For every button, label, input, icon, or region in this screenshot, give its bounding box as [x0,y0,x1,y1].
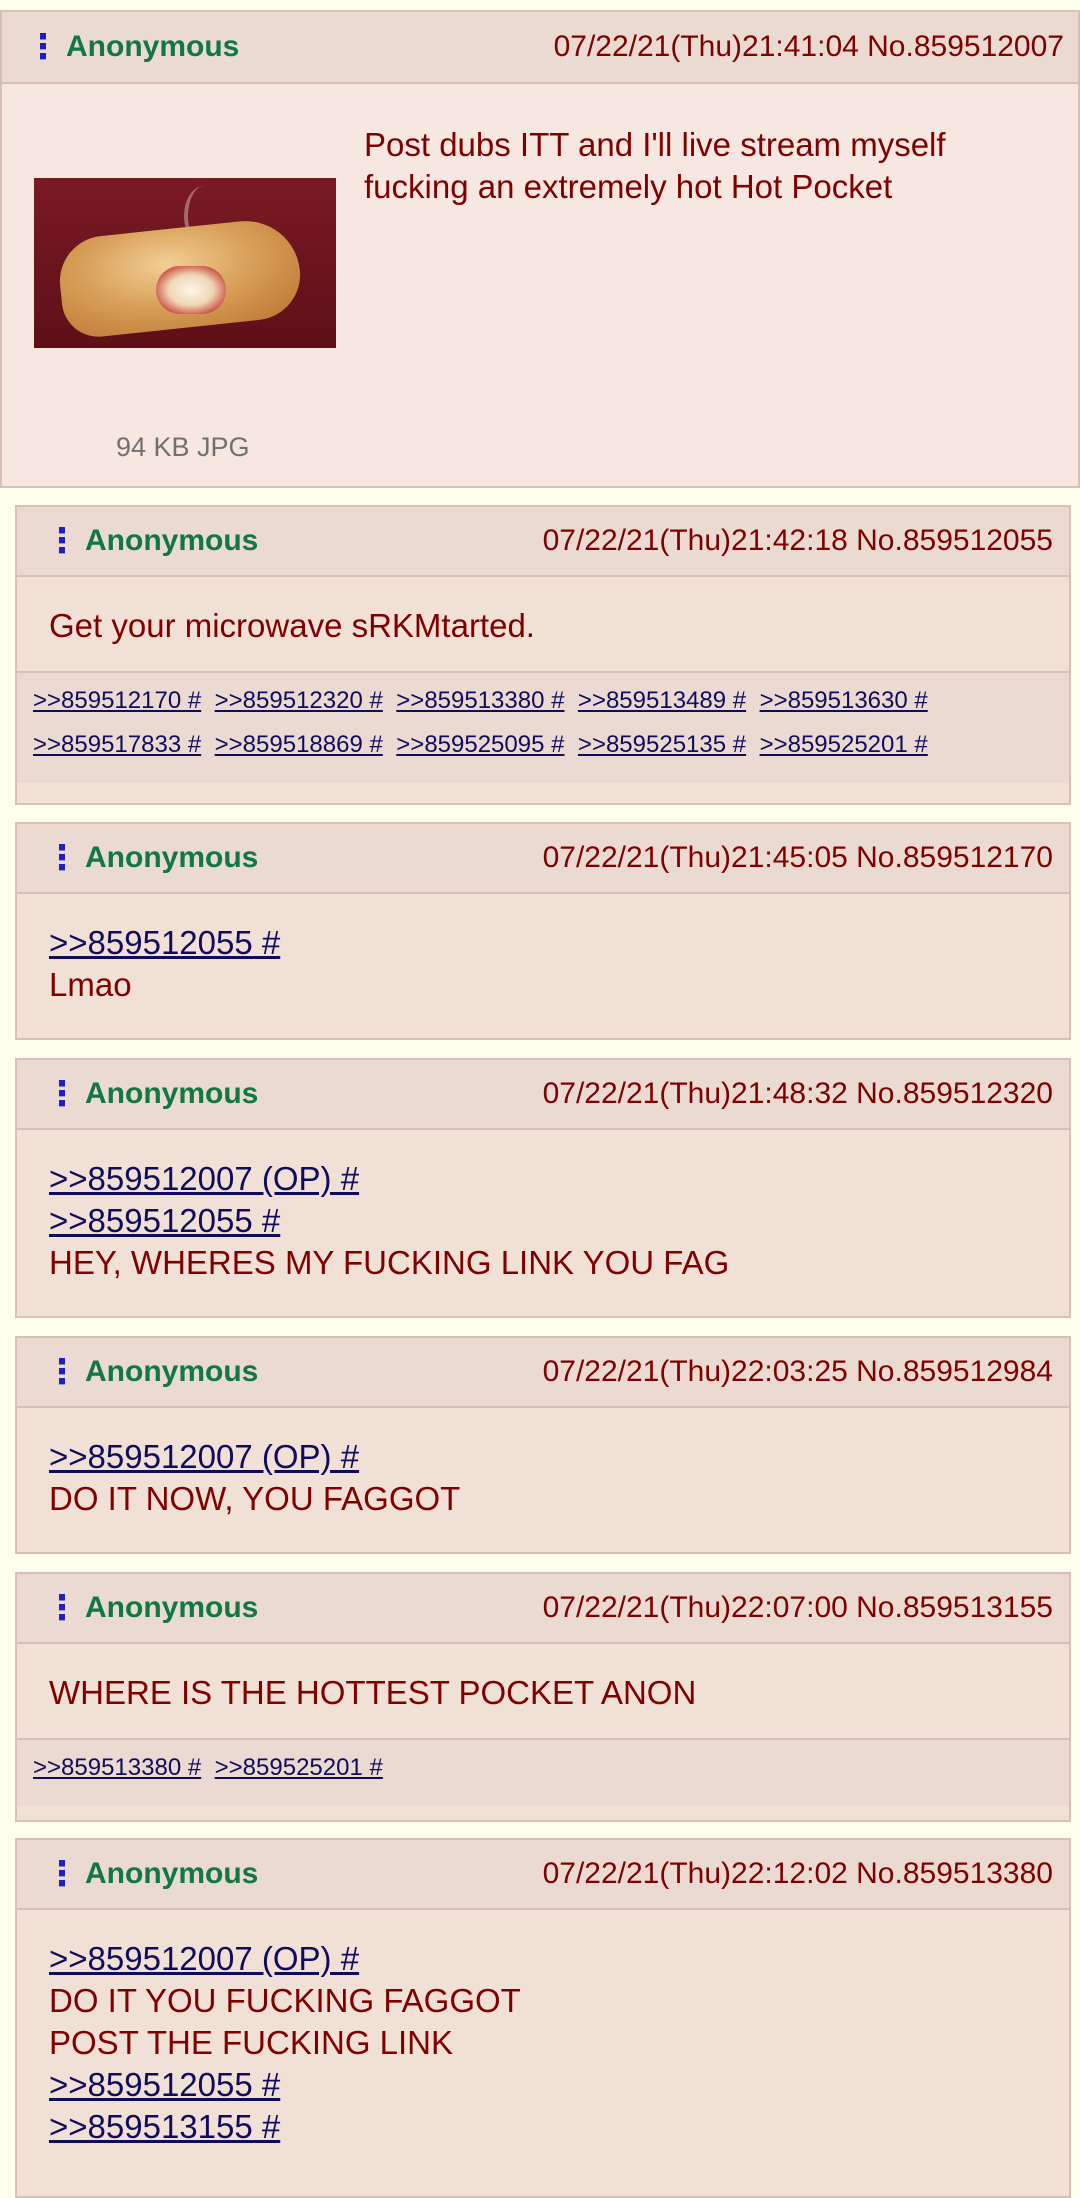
reply-header: ⋮ Anonymous 07/22/21(Thu)21:42:18 No.859… [17,507,1069,577]
backlink[interactable]: >>859525201 # [215,1754,383,1782]
op-post: ⋮ Anonymous 07/22/21(Thu)21:41:04 No.859… [0,10,1080,488]
quote-link[interactable]: >>859513155 # [49,2106,1037,2148]
quote-link[interactable]: >>859512007 (OP) # [49,1436,1037,1478]
poster-name: Anonymous [85,1077,259,1110]
backlinks: >>859513380 # >>859525201 # [17,1738,1069,1806]
reply-text: Lmao [49,966,132,1003]
reply-post: ⋮ Anonymous 07/22/21(Thu)21:48:32 No.859… [15,1058,1071,1318]
reply-text: DO IT NOW, YOU FAGGOT [49,1480,461,1517]
backlink[interactable]: >>859518869 # [215,731,383,759]
quote-link[interactable]: >>859512007 (OP) # [49,1158,1037,1200]
backlink[interactable]: >>859525135 # [578,731,746,759]
file-info: 94 KB JPG [116,432,250,462]
backlink[interactable]: >>859525201 # [760,731,928,759]
backlink[interactable]: >>859513380 # [33,1754,201,1782]
backlinks: >>859512170 # >>859512320 # >>859513380 … [17,671,1069,783]
vertical-dots-icon[interactable]: ⋮ [45,1591,85,1625]
reply-post: ⋮ Anonymous 07/22/21(Thu)22:07:00 No.859… [15,1572,1071,1822]
quote-link[interactable]: >>859512055 # [49,922,1037,964]
backlink[interactable]: >>859517833 # [33,731,201,759]
post-meta[interactable]: 07/22/21(Thu)21:42:18 No.859512055 [543,524,1053,558]
reply-post: ⋮ Anonymous 07/22/21(Thu)22:03:25 No.859… [15,1336,1071,1554]
post-meta[interactable]: 07/22/21(Thu)22:12:02 No.859513380 [543,1857,1053,1891]
reply-text: DO IT YOU FUCKING FAGGOT [49,1982,521,2019]
poster-name: Anonymous [85,524,259,557]
reply-post: ⋮ Anonymous 07/22/21(Thu)21:45:05 No.859… [15,822,1071,1040]
reply-header: ⋮ Anonymous 07/22/21(Thu)22:03:25 No.859… [17,1338,1069,1408]
post-meta[interactable]: 07/22/21(Thu)22:03:25 No.859512984 [543,1355,1053,1389]
reply-body: >>859512055 # Lmao [17,894,1069,1030]
reply-body: >>859512007 (OP) # >>859512055 # HEY, WH… [17,1130,1069,1308]
reply-post: ⋮ Anonymous 07/22/21(Thu)21:42:18 No.859… [15,505,1071,805]
reply-text: HEY, WHERES MY FUCKING LINK YOU FAG [49,1244,730,1281]
post-meta[interactable]: 07/22/21(Thu)21:48:32 No.859512320 [543,1077,1053,1111]
reply-text: POST THE FUCKING LINK [49,2024,454,2061]
vertical-dots-icon[interactable]: ⋮ [45,841,85,875]
post-meta[interactable]: 07/22/21(Thu)21:41:04 No.859512007 [554,30,1064,64]
post-thumbnail-image[interactable] [34,178,336,348]
vertical-dots-icon[interactable]: ⋮ [45,1355,85,1389]
op-post-text: Post dubs ITT and I'll live stream mysel… [364,126,946,205]
poster-name: Anonymous [85,841,259,874]
reply-text: WHERE IS THE HOTTEST POCKET ANON [49,1674,697,1711]
op-post-header: ⋮ Anonymous 07/22/21(Thu)21:41:04 No.859… [2,12,1078,84]
reply-body: Get your microwave sRKMtarted. [17,577,1069,671]
vertical-dots-icon[interactable]: ⋮ [26,30,66,64]
vertical-dots-icon[interactable]: ⋮ [45,524,85,558]
reply-body: WHERE IS THE HOTTEST POCKET ANON [17,1644,1069,1738]
quote-link[interactable]: >>859512007 (OP) # [49,1938,1037,1980]
reply-header: ⋮ Anonymous 07/22/21(Thu)21:48:32 No.859… [17,1060,1069,1130]
post-meta[interactable]: 07/22/21(Thu)21:45:05 No.859512170 [543,841,1053,875]
post-meta[interactable]: 07/22/21(Thu)22:07:00 No.859513155 [543,1591,1053,1625]
backlink[interactable]: >>859512320 # [215,687,383,715]
reply-body: >>859512007 (OP) # DO IT YOU FUCKING FAG… [17,1910,1069,2172]
backlink[interactable]: >>859513489 # [578,687,746,715]
backlink[interactable]: >>859525095 # [396,731,564,759]
reply-text: Get your microwave sRKMtarted. [49,607,535,644]
backlink[interactable]: >>859513630 # [760,687,928,715]
vertical-dots-icon[interactable]: ⋮ [45,1077,85,1111]
reply-body: >>859512007 (OP) # DO IT NOW, YOU FAGGOT [17,1408,1069,1544]
backlink[interactable]: >>859513380 # [396,687,564,715]
quote-link[interactable]: >>859512055 # [49,1200,1037,1242]
poster-name: Anonymous [85,1857,259,1890]
vertical-dots-icon[interactable]: ⋮ [45,1857,85,1891]
poster-name: Anonymous [85,1591,259,1624]
reply-header: ⋮ Anonymous 07/22/21(Thu)22:12:02 No.859… [17,1840,1069,1910]
poster-name: Anonymous [85,1355,259,1388]
reply-header: ⋮ Anonymous 07/22/21(Thu)22:07:00 No.859… [17,1574,1069,1644]
poster-name: Anonymous [66,30,240,63]
reply-post: ⋮ Anonymous 07/22/21(Thu)22:12:02 No.859… [15,1838,1071,2198]
quote-link[interactable]: >>859512055 # [49,2064,1037,2106]
backlink[interactable]: >>859512170 # [33,687,201,715]
reply-header: ⋮ Anonymous 07/22/21(Thu)21:45:05 No.859… [17,824,1069,894]
filling-shape [156,266,226,314]
